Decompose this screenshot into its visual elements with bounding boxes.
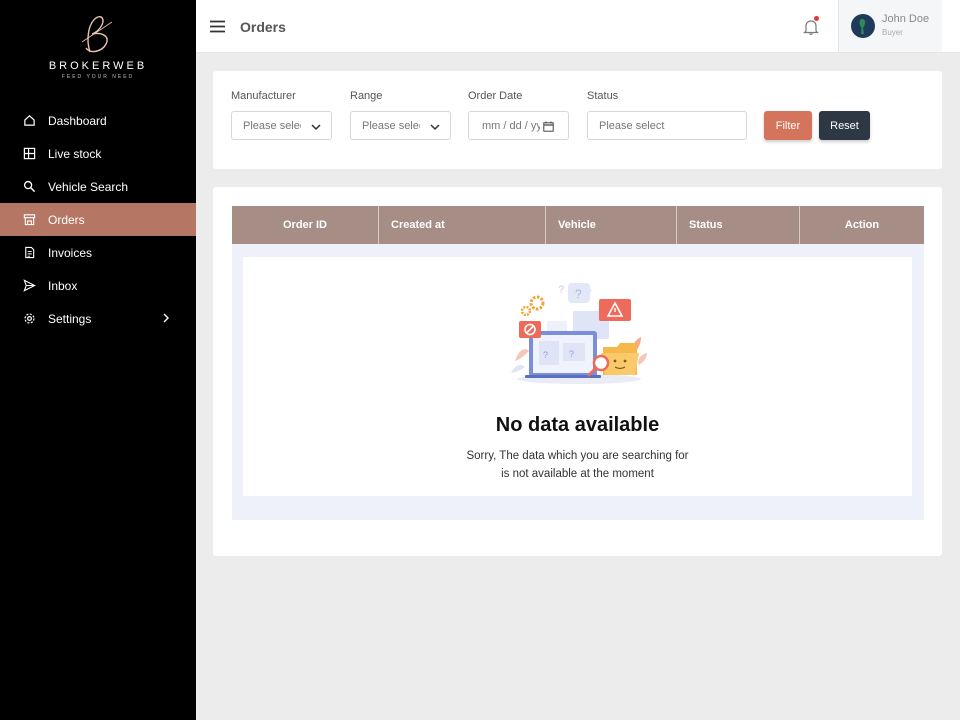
chevron-right-icon xyxy=(162,312,170,326)
empty-state-message-line: is not available at the moment xyxy=(501,468,654,480)
sidebar-item-settings[interactable]: Settings xyxy=(0,302,196,335)
avatar xyxy=(851,14,875,38)
filter-button[interactable]: Filter xyxy=(764,111,812,140)
manufacturer-label: Manufacturer xyxy=(231,90,296,102)
sidebar-item-label: Live stock xyxy=(48,146,102,161)
sidebar-item-live-stock[interactable]: Live stock xyxy=(0,137,196,170)
sidebar: BROKERWEB FEED YOUR NEED Dashboard Live … xyxy=(0,0,196,720)
empty-state-message-line: Sorry, The data which you are searching … xyxy=(466,450,689,462)
brand-name: BROKERWEB xyxy=(48,60,148,72)
chevron-down-icon xyxy=(430,122,440,134)
svg-text:?: ? xyxy=(558,284,564,296)
status-label: Status xyxy=(587,90,619,102)
sidebar-nav: Dashboard Live stock Vehicle Search Orde… xyxy=(0,104,196,335)
table-header-row: Order ID Created at Vehicle Status Actio… xyxy=(232,206,924,244)
orders-table-card: Order ID Created at Vehicle Status Actio… xyxy=(213,187,942,556)
column-header-status[interactable]: Status xyxy=(677,206,800,244)
top-header: Orders John Doe Buyer xyxy=(196,0,960,53)
user-menu[interactable]: John Doe Buyer xyxy=(838,0,942,52)
search-icon xyxy=(22,180,36,194)
filter-panel: Manufacturer Please select Range Please … xyxy=(213,71,942,169)
column-header-created-at[interactable]: Created at xyxy=(379,206,546,244)
order-date-label: Order Date xyxy=(468,90,523,102)
order-date-placeholder: mm / dd / yyyy xyxy=(482,119,540,132)
reset-button[interactable]: Reset xyxy=(819,111,870,140)
sidebar-item-label: Dashboard xyxy=(48,113,107,128)
sidebar-item-label: Invoices xyxy=(48,245,93,260)
svg-text:?: ? xyxy=(569,349,574,359)
user-role: Buyer xyxy=(882,28,903,37)
send-icon xyxy=(22,279,36,293)
empty-state-message: Sorry, The data which you are searching … xyxy=(243,447,912,483)
range-label: Range xyxy=(350,90,383,102)
column-header-action[interactable]: Action xyxy=(800,206,924,244)
svg-text:?: ? xyxy=(575,287,582,301)
range-select[interactable]: Please select xyxy=(350,111,451,140)
manufacturer-select[interactable]: Please select xyxy=(231,111,332,140)
sidebar-item-inbox[interactable]: Inbox xyxy=(0,269,196,302)
page-title: Orders xyxy=(240,19,286,35)
sidebar-item-label: Inbox xyxy=(48,278,78,293)
empty-state-title: No data available xyxy=(495,414,660,436)
sidebar-item-orders[interactable]: Orders xyxy=(0,203,196,236)
sidebar-item-invoices[interactable]: Invoices xyxy=(0,236,196,269)
home-icon xyxy=(22,114,36,128)
sidebar-item-label: Settings xyxy=(48,311,92,326)
range-select-value: Please select xyxy=(362,119,420,132)
user-name: John Doe xyxy=(882,13,930,25)
empty-state: ? ? ? ? ? xyxy=(243,257,912,496)
store-icon xyxy=(22,213,36,227)
menu-toggle-icon[interactable] xyxy=(210,20,225,33)
column-header-order-id[interactable]: Order ID xyxy=(232,206,379,244)
empty-state-illustration: ? ? ? ? ? xyxy=(505,281,653,396)
status-select-value: Please select xyxy=(599,119,665,132)
brand-logo[interactable]: BROKERWEB FEED YOUR NEED xyxy=(0,12,196,92)
notification-dot xyxy=(814,16,819,21)
orders-table: Order ID Created at Vehicle Status Actio… xyxy=(232,206,924,520)
brand-tagline: FEED YOUR NEED xyxy=(61,74,135,80)
sidebar-item-label: Orders xyxy=(48,212,85,227)
svg-text:?: ? xyxy=(543,350,548,360)
sidebar-item-vehicle-search[interactable]: Vehicle Search xyxy=(0,170,196,203)
grid-icon xyxy=(22,147,36,161)
sidebar-item-dashboard[interactable]: Dashboard xyxy=(0,104,196,137)
brand-logo-icon xyxy=(81,16,113,53)
calendar-icon[interactable] xyxy=(543,121,554,135)
manufacturer-select-value: Please select xyxy=(243,119,301,132)
column-header-vehicle[interactable]: Vehicle xyxy=(546,206,677,244)
invoice-icon xyxy=(22,246,36,260)
chevron-down-icon xyxy=(311,122,321,134)
sidebar-item-label: Vehicle Search xyxy=(48,179,129,194)
gear-icon xyxy=(22,312,36,326)
status-select[interactable]: Please select xyxy=(587,111,747,140)
order-date-input[interactable]: mm / dd / yyyy xyxy=(468,111,569,140)
